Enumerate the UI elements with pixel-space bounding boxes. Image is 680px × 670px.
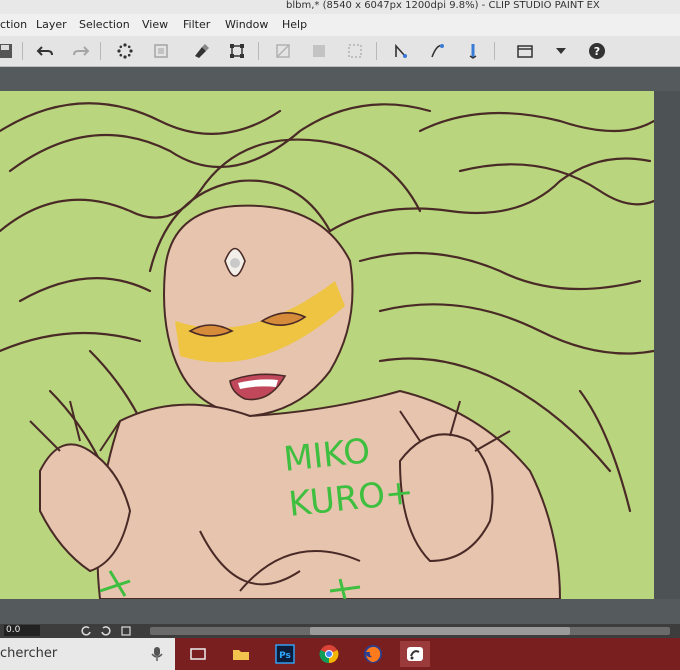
pen-correction-2-icon[interactable]: [426, 40, 448, 62]
rotate-right-icon[interactable]: [100, 625, 112, 637]
clear-icon[interactable]: [190, 40, 212, 62]
menu-item-view[interactable]: View: [142, 18, 168, 31]
dropdown-icon[interactable]: [550, 40, 572, 62]
status-bar: 0.0: [0, 624, 680, 638]
loading-icon[interactable]: [114, 40, 136, 62]
horizontal-scrollbar[interactable]: [150, 627, 670, 635]
menu-bar: ction Layer Selection View Filter Window…: [0, 14, 680, 36]
title-bar: blbm,* (8540 x 6047px 1200dpi 9.8%) - CL…: [0, 0, 680, 14]
zoom-field[interactable]: 0.0: [4, 625, 40, 636]
toolbar-separator: [22, 42, 23, 60]
clip-studio-icon[interactable]: [400, 641, 430, 667]
disabled-fill-2-icon[interactable]: [308, 40, 330, 62]
artwork: MIKO KURO+: [0, 91, 654, 599]
crop-icon[interactable]: [226, 40, 248, 62]
file-explorer-icon[interactable]: [226, 641, 256, 667]
firefox-icon[interactable]: [358, 641, 388, 667]
menu-item-help[interactable]: Help: [282, 18, 307, 31]
right-panel-edge: [654, 91, 680, 599]
undo-icon[interactable]: [34, 40, 56, 62]
search-placeholder: chercher: [0, 646, 58, 661]
taskbar-search-box[interactable]: chercher: [0, 638, 175, 670]
toolbar-separator: [258, 42, 259, 60]
task-view-icon[interactable]: [183, 641, 213, 667]
pen-correction-icon[interactable]: [390, 40, 412, 62]
disabled-fill-icon[interactable]: [272, 40, 294, 62]
pen-correction-3-icon[interactable]: [462, 40, 484, 62]
microphone-icon[interactable]: [150, 646, 164, 662]
selection-icon[interactable]: [344, 40, 366, 62]
photoshop-icon[interactable]: Ps: [270, 641, 300, 667]
windows-taskbar: chercher Ps: [0, 638, 680, 670]
settings-icon[interactable]: [514, 40, 536, 62]
window-title: blbm,* (8540 x 6047px 1200dpi 9.8%) - CL…: [286, 0, 600, 11]
drawing-canvas[interactable]: MIKO KURO+: [0, 91, 654, 599]
canvas-area[interactable]: MIKO KURO+: [0, 67, 680, 625]
menu-item-layer[interactable]: Layer: [36, 18, 67, 31]
save-icon[interactable]: [0, 40, 16, 62]
toolbar-separator: [100, 42, 101, 60]
rotate-left-icon[interactable]: [80, 625, 92, 637]
redo-icon[interactable]: [70, 40, 92, 62]
scrollbar-thumb[interactable]: [310, 627, 570, 635]
reset-rotation-icon[interactable]: [120, 625, 132, 637]
toolbar-separator: [494, 42, 495, 60]
menu-item-filter[interactable]: Filter: [183, 18, 210, 31]
help-icon[interactable]: ?: [586, 40, 608, 62]
menu-item-action[interactable]: ction: [0, 18, 27, 31]
transform-icon[interactable]: [150, 40, 172, 62]
chrome-icon[interactable]: [314, 641, 344, 667]
menu-item-window[interactable]: Window: [225, 18, 268, 31]
svg-text:Ps: Ps: [279, 651, 291, 661]
command-bar: ?: [0, 36, 680, 67]
toolbar-separator: [376, 42, 377, 60]
svg-text:?: ?: [594, 45, 600, 58]
menu-item-selection[interactable]: Selection: [79, 18, 130, 31]
